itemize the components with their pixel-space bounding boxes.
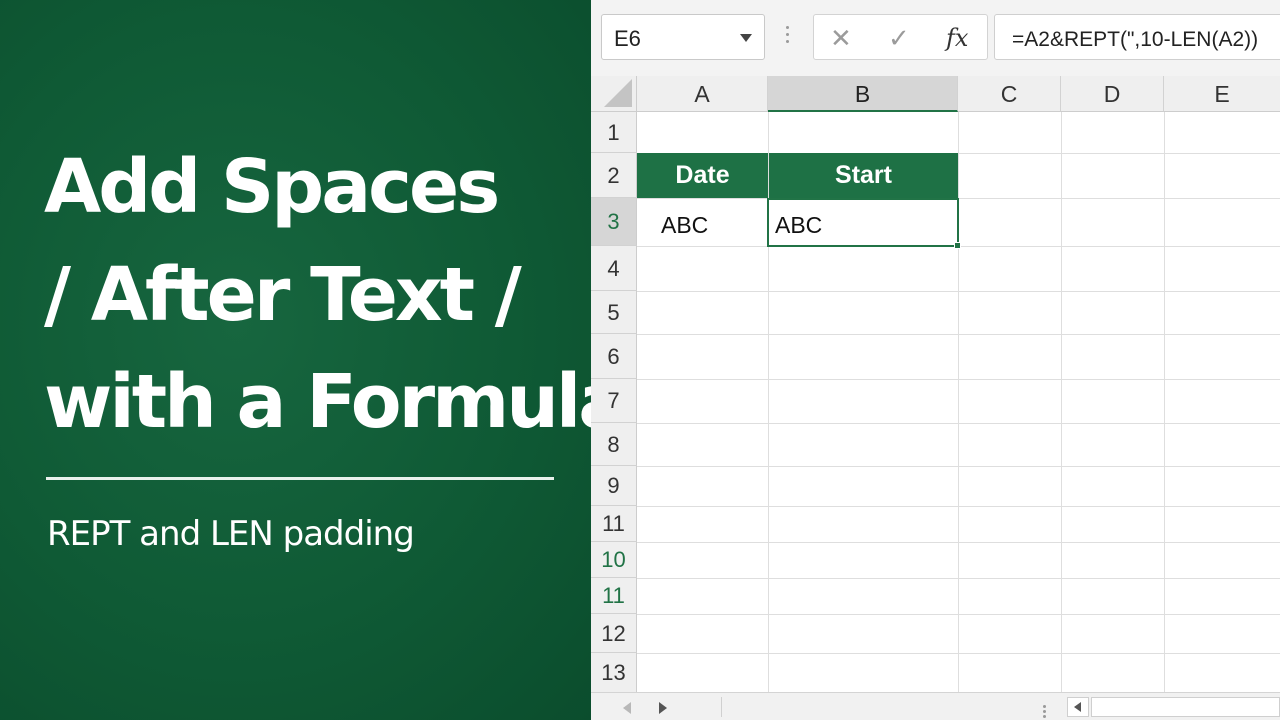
column-header-a[interactable]: A [637, 76, 768, 112]
grid-line [637, 542, 1280, 543]
row-header-4[interactable]: 4 [591, 246, 637, 291]
sheet-bottom-bar [591, 692, 1280, 720]
grid-line [637, 466, 1280, 467]
formula-input[interactable]: =A2&REPT(",10-LEN(A2)) [994, 14, 1280, 60]
row-header-10[interactable]: 10 [591, 542, 637, 578]
name-box-value: E6 [614, 26, 641, 51]
row-header-12[interactable]: 12 [591, 614, 637, 653]
sheet-next-icon[interactable] [659, 702, 667, 714]
select-all-triangle-icon [604, 79, 632, 107]
worksheet-grid[interactable]: A B C D E 1 2 3 4 5 6 7 8 9 11 10 11 12 [591, 76, 1280, 692]
grid-line [637, 291, 1280, 292]
grid-line [637, 653, 1280, 654]
cancel-icon[interactable]: ✕ [830, 23, 852, 54]
grid-line [637, 379, 1280, 380]
spreadsheet-window: E6 ✕ ✓ fx =A2&REPT(",10-LEN(A2)) A B C D… [591, 0, 1280, 720]
formula-bar-buttons: ✕ ✓ fx [813, 14, 988, 60]
horizontal-scrollbar-thumb[interactable] [1091, 697, 1280, 717]
grid-line [637, 334, 1280, 335]
name-box[interactable]: E6 [601, 14, 765, 60]
formula-text: =A2&REPT(",10-LEN(A2)) [1012, 28, 1259, 51]
fill-handle[interactable] [954, 242, 961, 249]
cell-a3[interactable]: ABC [661, 212, 708, 239]
headline-line-3: with a Formula [44, 359, 628, 445]
row-header-11a[interactable]: 11 [591, 506, 637, 542]
row-header-6[interactable]: 6 [591, 334, 637, 379]
column-header-d[interactable]: D [1061, 76, 1164, 112]
title-divider [46, 477, 554, 480]
cell-a2-header[interactable]: Date [637, 153, 768, 198]
select-all-button[interactable] [591, 76, 637, 112]
row-header-11b[interactable]: 11 [591, 578, 637, 614]
sheet-prev-icon[interactable] [623, 702, 631, 714]
row-header-8[interactable]: 8 [591, 423, 637, 466]
row-header-7[interactable]: 7 [591, 379, 637, 423]
enter-icon[interactable]: ✓ [888, 23, 910, 54]
function-icon[interactable]: fx [946, 24, 968, 52]
headline-line-1: Add Spaces [44, 144, 500, 230]
formula-bar-resize-handle[interactable] [786, 26, 790, 48]
grid-line [1061, 112, 1062, 692]
row-header-3[interactable]: 3 [591, 198, 637, 246]
row-header-13[interactable]: 13 [591, 653, 637, 692]
headline-line-2: / After Text / [44, 252, 522, 338]
scrollbar-resize-handle[interactable] [1043, 705, 1047, 720]
row-header-2[interactable]: 2 [591, 153, 637, 198]
grid-line [637, 578, 1280, 579]
column-header-e[interactable]: E [1164, 76, 1280, 112]
grid-line [637, 506, 1280, 507]
bottom-bar-divider [721, 697, 722, 717]
name-box-dropdown-icon[interactable] [740, 34, 752, 42]
grid-line [637, 614, 1280, 615]
active-cell-border [767, 198, 959, 247]
grid-line [637, 423, 1280, 424]
row-header-1[interactable]: 1 [591, 112, 637, 153]
column-header-b[interactable]: B [768, 76, 958, 112]
cell-b2-header[interactable]: Start [769, 153, 958, 198]
row-header-5[interactable]: 5 [591, 291, 637, 334]
grid-line [1164, 112, 1165, 692]
scroll-left-icon[interactable] [1067, 697, 1089, 717]
subtitle: REPT and LEN padding [47, 514, 415, 554]
title-panel: Add Spaces / After Text / with a Formula… [0, 0, 628, 720]
row-header-9[interactable]: 9 [591, 466, 637, 506]
column-header-c[interactable]: C [958, 76, 1061, 112]
